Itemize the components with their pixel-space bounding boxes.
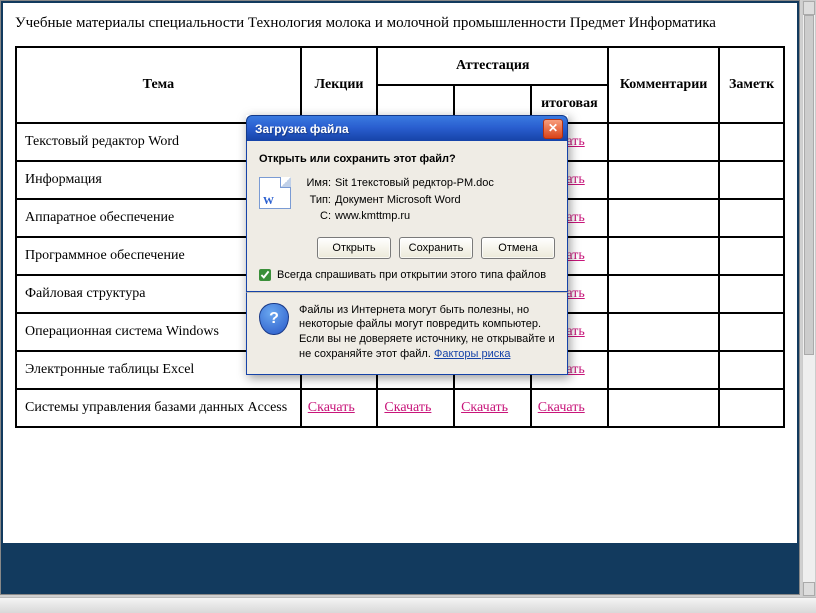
footer-warning-text: Файлы из Интернета могут быть полезны, н… (299, 304, 555, 361)
cell-download: Скачать (377, 389, 454, 427)
cell (608, 161, 719, 199)
dialog-footer: ? Файлы из Интернета могут быть полезны,… (246, 292, 568, 375)
app-frame: Учебные материалы специальности Технолог… (0, 0, 800, 595)
file-name-value: Sit 1текстовый редктор-PM.doc (335, 177, 494, 189)
download-link[interactable]: Скачать (538, 400, 585, 415)
cancel-button[interactable]: Отмена (481, 237, 555, 259)
cell (719, 351, 784, 389)
vertical-scrollbar[interactable] (802, 0, 816, 597)
close-button[interactable]: ✕ (543, 119, 563, 139)
topic-cell: Системы управления базами данных Access (16, 389, 301, 427)
file-meta: Имя: Sit 1текстовый редктор-PM.doc Тип: До… (301, 175, 494, 225)
table-row: Системы управления базами данных Access … (16, 389, 784, 427)
file-download-dialog: Загрузка файла ✕ Открыть или сохранить э… (246, 115, 568, 375)
cell-download: Скачать (454, 389, 531, 427)
scroll-down-button[interactable] (803, 582, 815, 596)
cell-download: Скачать (301, 389, 378, 427)
cell (719, 161, 784, 199)
cell (719, 123, 784, 161)
col-topic: Тема (16, 47, 301, 123)
always-ask-row: Всегда спрашивать при открытии этого тип… (259, 269, 555, 291)
page-title: Учебные материалы специальности Технолог… (15, 15, 785, 32)
cell (608, 199, 719, 237)
dialog-buttons: Открыть Сохранить Отмена (259, 237, 555, 259)
cell (719, 275, 784, 313)
cell (719, 313, 784, 351)
open-button[interactable]: Открыть (317, 237, 391, 259)
col-notes: Заметк (719, 47, 784, 123)
cell (608, 123, 719, 161)
download-link[interactable]: Скачать (384, 400, 431, 415)
always-ask-checkbox[interactable] (259, 269, 271, 281)
cell (608, 389, 719, 427)
dialog-body: Открыть или сохранить этот файл? W Имя: S… (246, 141, 568, 292)
cell (608, 275, 719, 313)
cell (719, 389, 784, 427)
dialog-titlebar[interactable]: Загрузка файла ✕ (246, 115, 568, 141)
save-button[interactable]: Сохранить (399, 237, 473, 259)
file-type-value: Документ Microsoft Word (335, 194, 461, 206)
col-lectures: Лекции (301, 47, 378, 123)
cell (608, 237, 719, 275)
close-icon: ✕ (548, 121, 558, 135)
file-info-row: W Имя: Sit 1текстовый редктор-PM.doc Тип:… (259, 175, 555, 225)
dialog-title: Загрузка файла (255, 122, 349, 136)
scroll-thumb[interactable] (804, 15, 814, 355)
cell-download: Скачать (531, 389, 608, 427)
taskbar[interactable] (0, 597, 816, 613)
risk-factors-link[interactable]: Факторы риска (434, 348, 510, 360)
col-comments: Комментарии (608, 47, 719, 123)
col-attestation: Аттестация (377, 47, 608, 85)
cell (719, 237, 784, 275)
file-name-label: Имя: (301, 175, 331, 192)
file-type-label: Тип: (301, 192, 331, 209)
always-ask-label: Всегда спрашивать при открытии этого тип… (277, 269, 546, 281)
cell (608, 351, 719, 389)
file-source-value: www.kmttmp.ru (335, 210, 410, 222)
cell (719, 199, 784, 237)
cell (608, 313, 719, 351)
download-link[interactable]: Скачать (461, 400, 508, 415)
download-link[interactable]: Скачать (308, 400, 355, 415)
dialog-heading: Открыть или сохранить этот файл? (259, 153, 555, 165)
word-doc-icon: W (259, 177, 291, 209)
footer-text-block: Файлы из Интернета могут быть полезны, н… (299, 303, 555, 362)
file-source-label: С: (301, 208, 331, 225)
scroll-up-button[interactable] (803, 1, 815, 15)
shield-icon: ? (259, 303, 289, 335)
